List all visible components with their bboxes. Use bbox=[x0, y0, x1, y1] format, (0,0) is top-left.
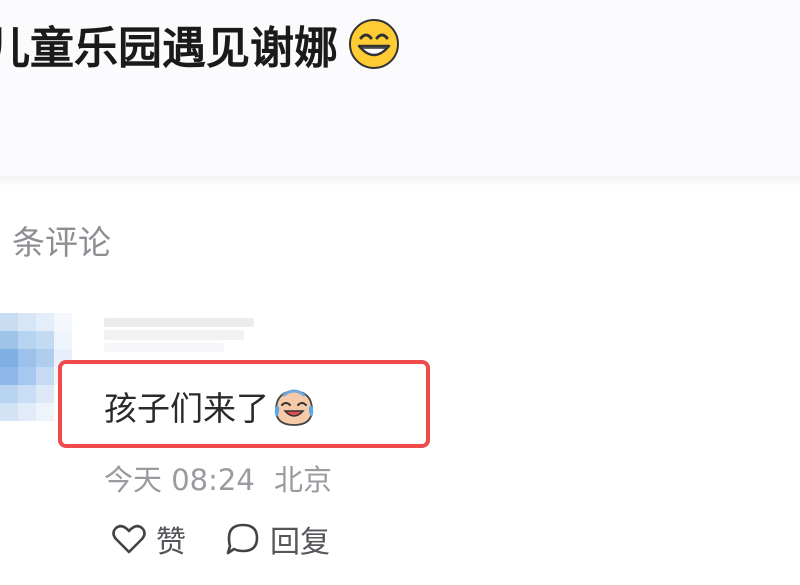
comment-text: 孩子们来了 bbox=[104, 389, 269, 428]
heart-icon bbox=[112, 524, 146, 554]
post-title: 儿童乐园遇见谢娜 bbox=[0, 14, 400, 74]
comment-date: 今天 08:24 bbox=[104, 463, 255, 497]
reply-label: 回复 bbox=[270, 525, 330, 560]
grinning-face-icon bbox=[349, 19, 399, 69]
comment-body: 孩子们来了 bbox=[104, 382, 317, 430]
username-blurred[interactable] bbox=[104, 318, 264, 352]
post-title-text: 儿童乐园遇见谢娜 bbox=[0, 23, 338, 74]
section-divider bbox=[0, 176, 800, 186]
like-label: 赞 bbox=[156, 525, 186, 560]
speech-bubble-icon bbox=[226, 523, 259, 555]
comment-location: 北京 bbox=[274, 463, 333, 497]
comment-meta: 今天 08:24 北京 bbox=[104, 457, 332, 499]
like-button[interactable]: 赞 bbox=[108, 518, 186, 560]
laughing-crying-face-icon bbox=[274, 389, 314, 426]
reply-button[interactable]: 回复 bbox=[222, 518, 330, 560]
comment-count: 条评论 bbox=[12, 223, 111, 262]
